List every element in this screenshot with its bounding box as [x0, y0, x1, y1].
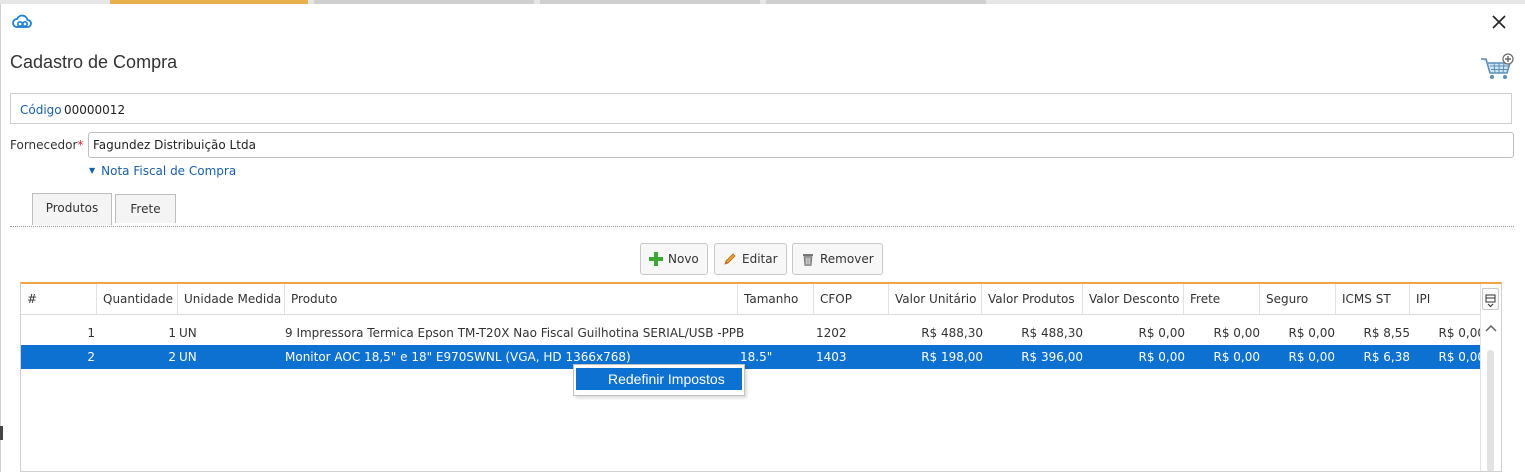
remover-button[interactable]: Remover: [792, 243, 883, 275]
cell-icms-st: R$ 6,38: [1363, 350, 1410, 364]
editar-label: Editar: [742, 252, 778, 266]
codigo-label: Código: [20, 103, 62, 117]
col-header-valor-desconto[interactable]: Valor Desconto: [1082, 284, 1183, 314]
cell-cfop: 1403: [816, 350, 847, 364]
novo-label: Novo: [668, 252, 699, 266]
pencil-icon: [724, 253, 736, 265]
codigo-field: Código 00000012: [10, 93, 1512, 124]
col-header-produto[interactable]: Produto: [284, 284, 737, 314]
codigo-value: 00000012: [64, 103, 126, 117]
col-header-valor-unitario[interactable]: Valor Unitário: [888, 284, 981, 314]
cell-num: 2: [87, 350, 95, 364]
page-title: Cadastro de Compra: [10, 52, 178, 72]
cell-tamanho: [740, 321, 810, 345]
tab-divider: [10, 226, 1514, 227]
editar-button[interactable]: Editar: [714, 243, 787, 275]
redefinir-impostos-menu-item[interactable]: Redefinir Impostos: [576, 368, 742, 390]
cell-num: 1: [87, 326, 95, 340]
col-header-frete[interactable]: Frete: [1183, 284, 1259, 314]
col-header-quantidade[interactable]: Quantidade: [96, 284, 177, 314]
cell-quantidade: 2: [168, 350, 176, 364]
fornecedor-input[interactable]: Fagundez Distribuição Ltda: [88, 132, 1514, 158]
fornecedor-label: Fornecedor*: [10, 138, 83, 152]
cell-icms-st: R$ 8,55: [1363, 326, 1410, 340]
trash-icon: [803, 254, 813, 266]
nota-fiscal-label: Nota Fiscal de Compra: [101, 164, 237, 178]
caret-down-icon: ▼: [89, 166, 96, 175]
fornecedor-label-text: Fornecedor: [10, 138, 78, 152]
plus-icon: [649, 252, 663, 266]
cell-unidade: UN: [179, 350, 197, 364]
tab-produtos[interactable]: Produtos: [32, 193, 112, 225]
cell-unidade: UN: [179, 326, 197, 340]
col-header-valor-produtos[interactable]: Valor Produtos: [981, 284, 1082, 314]
context-menu: Redefinir Impostos: [573, 364, 745, 396]
cell-valor-desconto: R$ 0,00: [1138, 326, 1185, 340]
cell-frete: R$ 0,00: [1213, 350, 1260, 364]
products-grid: # Quantidade Unidade Medida Produto Tama…: [20, 282, 1502, 472]
col-header-cfop[interactable]: CFOP: [813, 284, 888, 314]
novo-button[interactable]: Novo: [640, 243, 708, 275]
col-header-ipi[interactable]: IPI: [1409, 284, 1481, 314]
cloud-logo-icon: [12, 14, 32, 28]
cell-valor-desconto: R$ 0,00: [1138, 350, 1185, 364]
col-header-icms-st[interactable]: ICMS ST: [1335, 284, 1409, 314]
tab-frete[interactable]: Frete: [115, 194, 176, 223]
cell-ipi: R$ 0,00: [1438, 350, 1485, 364]
scrollbar-thumb[interactable]: [1487, 350, 1494, 471]
cart-add-icon[interactable]: [1479, 52, 1515, 82]
cell-seguro: R$ 0,00: [1288, 350, 1335, 364]
cell-produto: 9 Impressora Termica Epson TM-T20X Nao F…: [285, 326, 745, 340]
cell-valor-produtos: R$ 488,30: [1021, 326, 1083, 340]
grid-header: # Quantidade Unidade Medida Produto Tama…: [21, 284, 1481, 315]
cell-tamanho: 18.5": [740, 350, 773, 364]
cell-valor-produtos: R$ 396,00: [1021, 350, 1083, 364]
cell-seguro: R$ 0,00: [1288, 326, 1335, 340]
grid-menu-icon[interactable]: [1482, 288, 1499, 310]
cell-valor-unitario: R$ 198,00: [921, 350, 983, 364]
cell-quantidade: 1: [168, 326, 176, 340]
table-row-selected[interactable]: 2 2 UN Monitor AOC 18,5" e 18" E970SWNL …: [21, 345, 1485, 369]
window-edge: [0, 426, 3, 440]
nota-fiscal-link[interactable]: ▼ Nota Fiscal de Compra: [89, 164, 236, 178]
col-header-tamanho[interactable]: Tamanho: [737, 284, 813, 314]
col-header-num[interactable]: #: [21, 284, 96, 314]
close-icon[interactable]: [1490, 13, 1508, 31]
table-row[interactable]: 1 1 UN 9 Impressora Termica Epson TM-T20…: [21, 321, 1485, 345]
col-header-seguro[interactable]: Seguro: [1259, 284, 1335, 314]
cell-valor-unitario: R$ 488,30: [921, 326, 983, 340]
required-mark: *: [77, 138, 84, 152]
chevron-up-icon[interactable]: [1484, 322, 1498, 334]
col-header-unidade[interactable]: Unidade Medida: [177, 284, 284, 314]
cell-ipi: R$ 0,00: [1438, 326, 1485, 340]
remover-label: Remover: [820, 252, 874, 266]
cell-frete: R$ 0,00: [1213, 326, 1260, 340]
cell-cfop: 1202: [816, 326, 847, 340]
